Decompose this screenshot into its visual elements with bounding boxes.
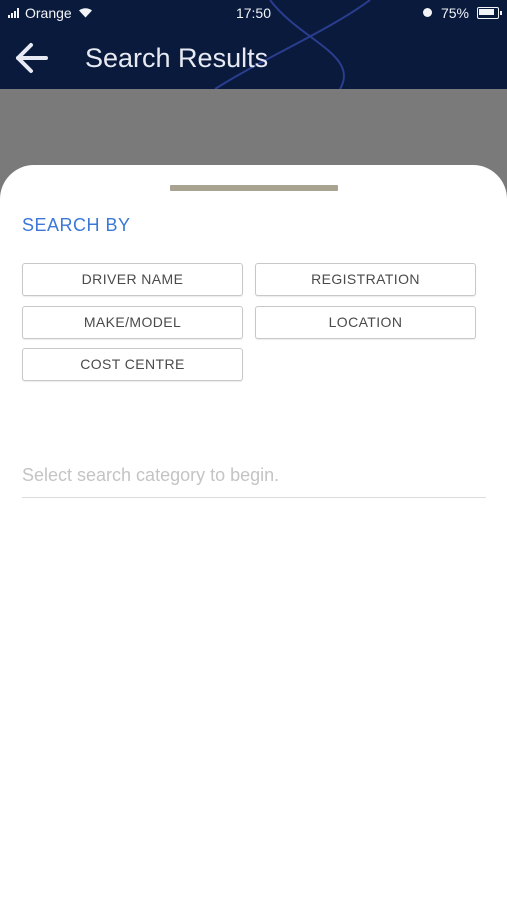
status-right: 75%	[422, 5, 502, 21]
sheet-drag-handle[interactable]	[170, 185, 338, 191]
battery-percent: 75%	[440, 5, 469, 21]
search-by-heading: SEARCH BY	[22, 215, 131, 235]
arrow-left-icon	[16, 43, 48, 73]
page-title: Search Results	[85, 43, 269, 73]
nav-row: Search Results	[0, 38, 507, 78]
location-button[interactable]: LOCATION	[255, 306, 476, 339]
driver-name-button[interactable]: DRIVER NAME	[22, 263, 243, 296]
alarm-icon	[422, 5, 433, 21]
back-button[interactable]	[14, 40, 52, 76]
app-header: Orange 17:50 75% Search Results	[0, 0, 507, 89]
make-model-button[interactable]: MAKE/MODEL	[22, 306, 243, 339]
registration-button[interactable]: REGISTRATION	[255, 263, 476, 296]
cost-centre-button[interactable]: COST CENTRE	[22, 348, 243, 381]
status-bar: Orange 17:50 75%	[0, 0, 507, 28]
search-input[interactable]	[22, 453, 486, 498]
battery-icon	[477, 7, 502, 19]
search-bottom-sheet: SEARCH BY DRIVER NAME REGISTRATION MAKE/…	[0, 165, 507, 900]
